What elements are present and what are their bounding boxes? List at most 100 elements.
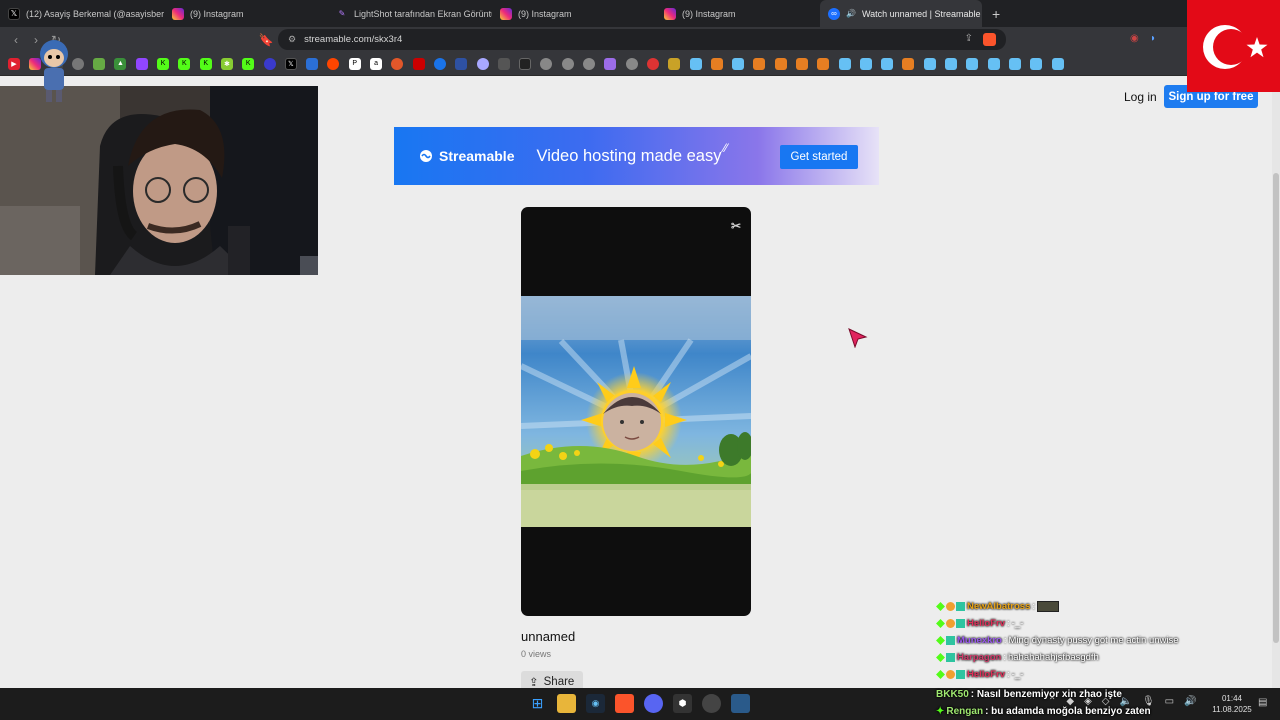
kick-bookmark-icon[interactable]: K: [242, 57, 255, 70]
steam-bookmark-icon[interactable]: [945, 57, 958, 70]
share-page-icon[interactable]: ⇪: [965, 33, 973, 46]
steam-bookmark-icon[interactable]: [966, 57, 979, 70]
bookmark-icon[interactable]: [753, 57, 766, 70]
steam-bookmark-icon[interactable]: [859, 57, 872, 70]
steam-bookmark-icon[interactable]: [838, 57, 851, 70]
steam-bookmark-icon[interactable]: [881, 57, 894, 70]
globe-bookmark-icon[interactable]: [540, 57, 553, 70]
bookmark-icon[interactable]: [497, 57, 510, 70]
amazon-bookmark-icon[interactable]: a: [370, 57, 383, 70]
bookmark-icon[interactable]: [519, 57, 532, 70]
discord-icon[interactable]: [644, 694, 663, 713]
address-bar[interactable]: ⚙ streamable.com/skx3r4 ⇪: [278, 29, 1006, 50]
steam-bookmark-icon[interactable]: [689, 57, 702, 70]
extension-icon[interactable]: ◉: [1130, 33, 1139, 44]
bookmark-icon[interactable]: ✱: [220, 57, 233, 70]
chat-badges: [936, 670, 965, 679]
steam-bookmark-icon[interactable]: [1008, 57, 1021, 70]
chat-text: hahahahahjsfbasgdfh: [1007, 652, 1099, 663]
chat-separator: :: [1007, 618, 1010, 629]
streamable-icon: ∞: [828, 7, 840, 20]
tab-twitter-profile[interactable]: 𝕏 (12) Asayiş Berkemal (@asayisberke: [0, 0, 164, 27]
bookmark-icon[interactable]: [646, 57, 659, 70]
new-tab-button[interactable]: +: [982, 6, 1010, 22]
notification-icon[interactable]: ▤: [1258, 697, 1267, 708]
file-explorer-icon[interactable]: [557, 694, 576, 713]
mal-bookmark-icon[interactable]: [455, 57, 468, 70]
patreon-bookmark-icon[interactable]: P: [348, 57, 361, 70]
kick-bookmark-icon[interactable]: K: [178, 57, 191, 70]
site-info-icon[interactable]: ⚙: [288, 34, 296, 45]
tab-title: (12) Asayiş Berkemal (@asayisberke: [26, 8, 164, 19]
bookmark-icon[interactable]: [263, 57, 276, 70]
youtube-bookmark-icon[interactable]: ▶: [8, 57, 20, 70]
url-text[interactable]: streamable.com/skx3r4: [304, 34, 402, 45]
chat-username: HelloFrv: [967, 618, 1006, 629]
get-started-button[interactable]: Get started: [780, 145, 858, 169]
twitch-bookmark-icon[interactable]: [135, 57, 148, 70]
app-icon[interactable]: ⬢: [673, 694, 692, 713]
video-frame: [521, 296, 751, 527]
tab-instagram[interactable]: (9) Instagram: [164, 0, 328, 27]
login-link[interactable]: Log in: [1124, 90, 1157, 104]
chat-username: BKK50: [936, 689, 969, 700]
instagram-icon: [500, 7, 512, 20]
back-icon[interactable]: ‹: [6, 33, 26, 47]
bookmark-icon[interactable]: [391, 57, 404, 70]
bookmark-icon[interactable]: [817, 57, 830, 70]
bookmark-icon[interactable]: [412, 57, 425, 70]
steam-bookmark-icon[interactable]: [1030, 57, 1043, 70]
lightshot-icon: ✎: [338, 9, 346, 18]
bookmark-icon[interactable]: [604, 57, 617, 70]
windows-start-icon[interactable]: ⊞: [528, 694, 547, 713]
chat-message: Munexkro : Ming dynasty pussy got me act…: [936, 632, 1236, 649]
video-player[interactable]: ✂: [521, 207, 751, 616]
bookmark-icon[interactable]: [710, 57, 723, 70]
steam-bookmark-icon[interactable]: [1051, 57, 1064, 70]
steam-bookmark-icon[interactable]: [732, 57, 745, 70]
scrollbar-thumb[interactable]: [1273, 173, 1279, 643]
bookmark-icon[interactable]: [774, 57, 787, 70]
steam-bookmark-icon[interactable]: [987, 57, 1000, 70]
flag-crescent-star-icon: [1187, 0, 1280, 92]
chat-badges: [936, 602, 965, 611]
tab-instagram[interactable]: (9) Instagram: [656, 0, 820, 27]
drive-bookmark-icon[interactable]: ▲: [114, 57, 127, 70]
steam-bookmark-icon[interactable]: [923, 57, 936, 70]
reddit-bookmark-icon[interactable]: [327, 57, 340, 70]
bookmark-icon[interactable]: [902, 57, 915, 70]
bookmark-icon[interactable]: [433, 57, 446, 70]
chat-message: BKK50 : Nasıl benzemiyor xin zhao işte: [936, 686, 1236, 703]
tab-streamable-active[interactable]: ∞ 🔊 Watch unnamed | Streamable ×: [820, 0, 982, 27]
bookmark-icon[interactable]: [306, 57, 319, 70]
streamable-logo: Streamable: [418, 148, 514, 164]
app-icon[interactable]: [731, 694, 750, 713]
steam-icon[interactable]: ◉: [586, 694, 605, 713]
chat-badges: [936, 653, 955, 662]
bookmark-icon[interactable]: 🔖: [256, 33, 276, 47]
globe-bookmark-icon[interactable]: [583, 57, 596, 70]
tab-instagram[interactable]: (9) Instagram: [492, 0, 656, 27]
audio-extension-icon[interactable]: ◗: [1150, 33, 1156, 44]
kick-bookmark-icon[interactable]: K: [199, 57, 212, 70]
streamable-banner[interactable]: Streamable Video hosting made easy ⁄⁄ Ge…: [394, 127, 879, 185]
badge-icon: [956, 670, 965, 679]
brave-browser-icon[interactable]: [615, 694, 634, 713]
badge-icon: [936, 619, 945, 628]
brave-shield-icon[interactable]: [983, 33, 996, 46]
obs-icon[interactable]: [702, 694, 721, 713]
chat-text: : bu adamda moğola benziyo zaten: [985, 706, 1151, 717]
bookmark-icon[interactable]: [795, 57, 808, 70]
mouse-cursor-icon: [848, 328, 868, 348]
scrollbar[interactable]: [1272, 77, 1280, 688]
x-bookmark-icon[interactable]: 𝕏: [284, 57, 297, 70]
chat-message: NewAlbatross :: [936, 598, 1236, 615]
tab-lightshot[interactable]: ✎ LightShot tarafından Ekran Görüntüs: [328, 0, 492, 27]
bookmark-icon[interactable]: [93, 57, 106, 70]
bookmark-icon[interactable]: [476, 57, 489, 70]
chat-text: : Nasıl benzemiyor xin zhao işte: [970, 689, 1122, 700]
globe-bookmark-icon[interactable]: [561, 57, 574, 70]
globe-bookmark-icon[interactable]: [625, 57, 638, 70]
kick-bookmark-icon[interactable]: K: [157, 57, 170, 70]
folder-bookmark-icon[interactable]: [668, 57, 681, 70]
